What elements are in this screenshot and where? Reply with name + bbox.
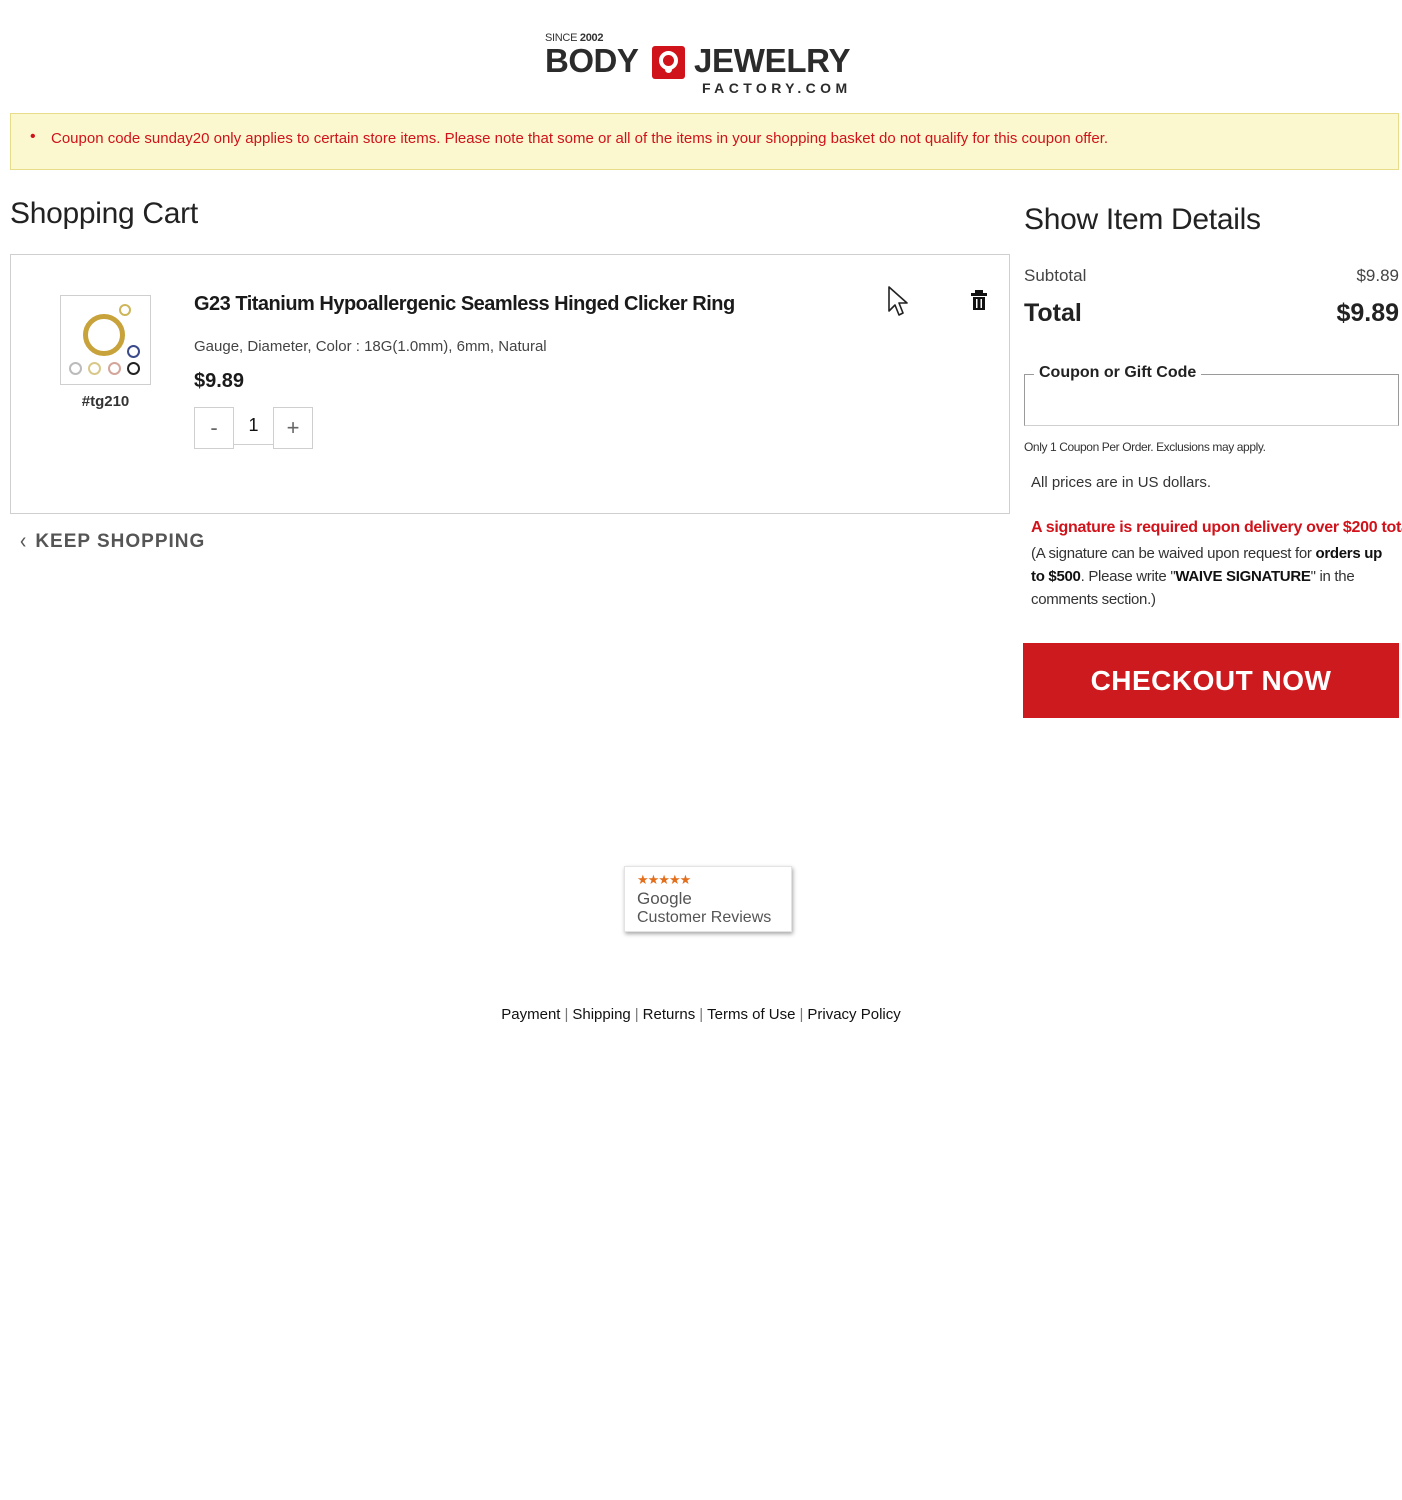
show-item-details-toggle[interactable]: Show Item Details [1024, 203, 1261, 237]
badge-google-text: Google [637, 889, 692, 908]
coupon-label: Coupon or Gift Code [1034, 364, 1202, 382]
total-label: Total [1024, 299, 1082, 327]
decrease-qty-button[interactable]: - [194, 407, 234, 449]
coupon-note: Only 1 Coupon Per Order. Exclusions may … [1024, 440, 1266, 454]
quantity-stepper: - 1 + [194, 407, 318, 449]
logo-jewelry-text: JEWELRY [694, 42, 851, 79]
logo-body-text: BODY [545, 42, 639, 79]
alert-message: Coupon code sunday20 only applies to cer… [51, 130, 1109, 147]
footer-link-privacy[interactable]: Privacy Policy [807, 1006, 900, 1023]
footer-separator: | [799, 1006, 804, 1023]
product-sku: #tg210 [81, 393, 130, 410]
signature-note: (A signature can be waived upon request … [1031, 545, 1382, 608]
mouse-cursor-icon [888, 286, 908, 316]
product-thumbnail[interactable] [60, 295, 151, 385]
chevron-left-icon: ‹ [20, 528, 28, 554]
subtotal-label: Subtotal [1024, 266, 1087, 285]
currency-note: All prices are in US dollars. [1031, 474, 1212, 491]
page-title: Shopping Cart [10, 197, 198, 230]
footer-separator: | [564, 1006, 569, 1023]
subtotal-value: $9.89 [1356, 266, 1399, 285]
alert-bullet: • [30, 128, 36, 145]
star-rating-icon: ★★★★★ [637, 872, 691, 887]
keep-shopping-link[interactable]: ‹ KEEP SHOPPING [20, 528, 206, 554]
coupon-code-input[interactable] [1033, 389, 1388, 419]
footer-separator: | [699, 1006, 704, 1023]
footer-link-shipping[interactable]: Shipping [572, 1006, 630, 1023]
product-price: $9.89 [194, 370, 245, 392]
footer-link-payment[interactable]: Payment [501, 1006, 560, 1023]
footer-link-terms[interactable]: Terms of Use [707, 1006, 795, 1023]
product-options: Gauge, Diameter, Color : 18G(1.0mm), 6mm… [194, 338, 547, 355]
increase-qty-button[interactable]: + [273, 407, 313, 449]
badge-reviews-text: Customer Reviews [637, 909, 772, 926]
google-reviews-badge[interactable]: ★★★★★ Google Customer Reviews [624, 866, 792, 932]
quantity-input[interactable]: 1 [233, 407, 274, 445]
cart-item-card: #tg210 G23 Titanium Hypoallergenic Seaml… [10, 254, 1010, 514]
coupon-alert: • Coupon code sunday20 only applies to c… [10, 113, 1399, 170]
logo-tagline: FACTORY.COM [702, 80, 852, 96]
site-logo[interactable]: SINCE 2002 BODY JEWELRY FACTORY.COM [544, 30, 864, 98]
trash-icon[interactable] [969, 289, 989, 311]
signature-warning: A signature is required upon delivery ov… [1031, 519, 1402, 536]
footer-separator: | [634, 1006, 639, 1023]
logo-ring-icon [652, 46, 685, 79]
keep-shopping-label: KEEP SHOPPING [35, 531, 206, 552]
footer-link-returns[interactable]: Returns [643, 1006, 696, 1023]
product-name-link[interactable]: G23 Titanium Hypoallergenic Seamless Hin… [194, 293, 735, 316]
footer-links: Payment | Shipping | Returns | Terms of Use | Pr… [0, 1006, 1402, 1023]
total-value: $9.89 [1336, 299, 1399, 327]
checkout-button[interactable]: CHECKOUT NOW [1023, 643, 1399, 718]
